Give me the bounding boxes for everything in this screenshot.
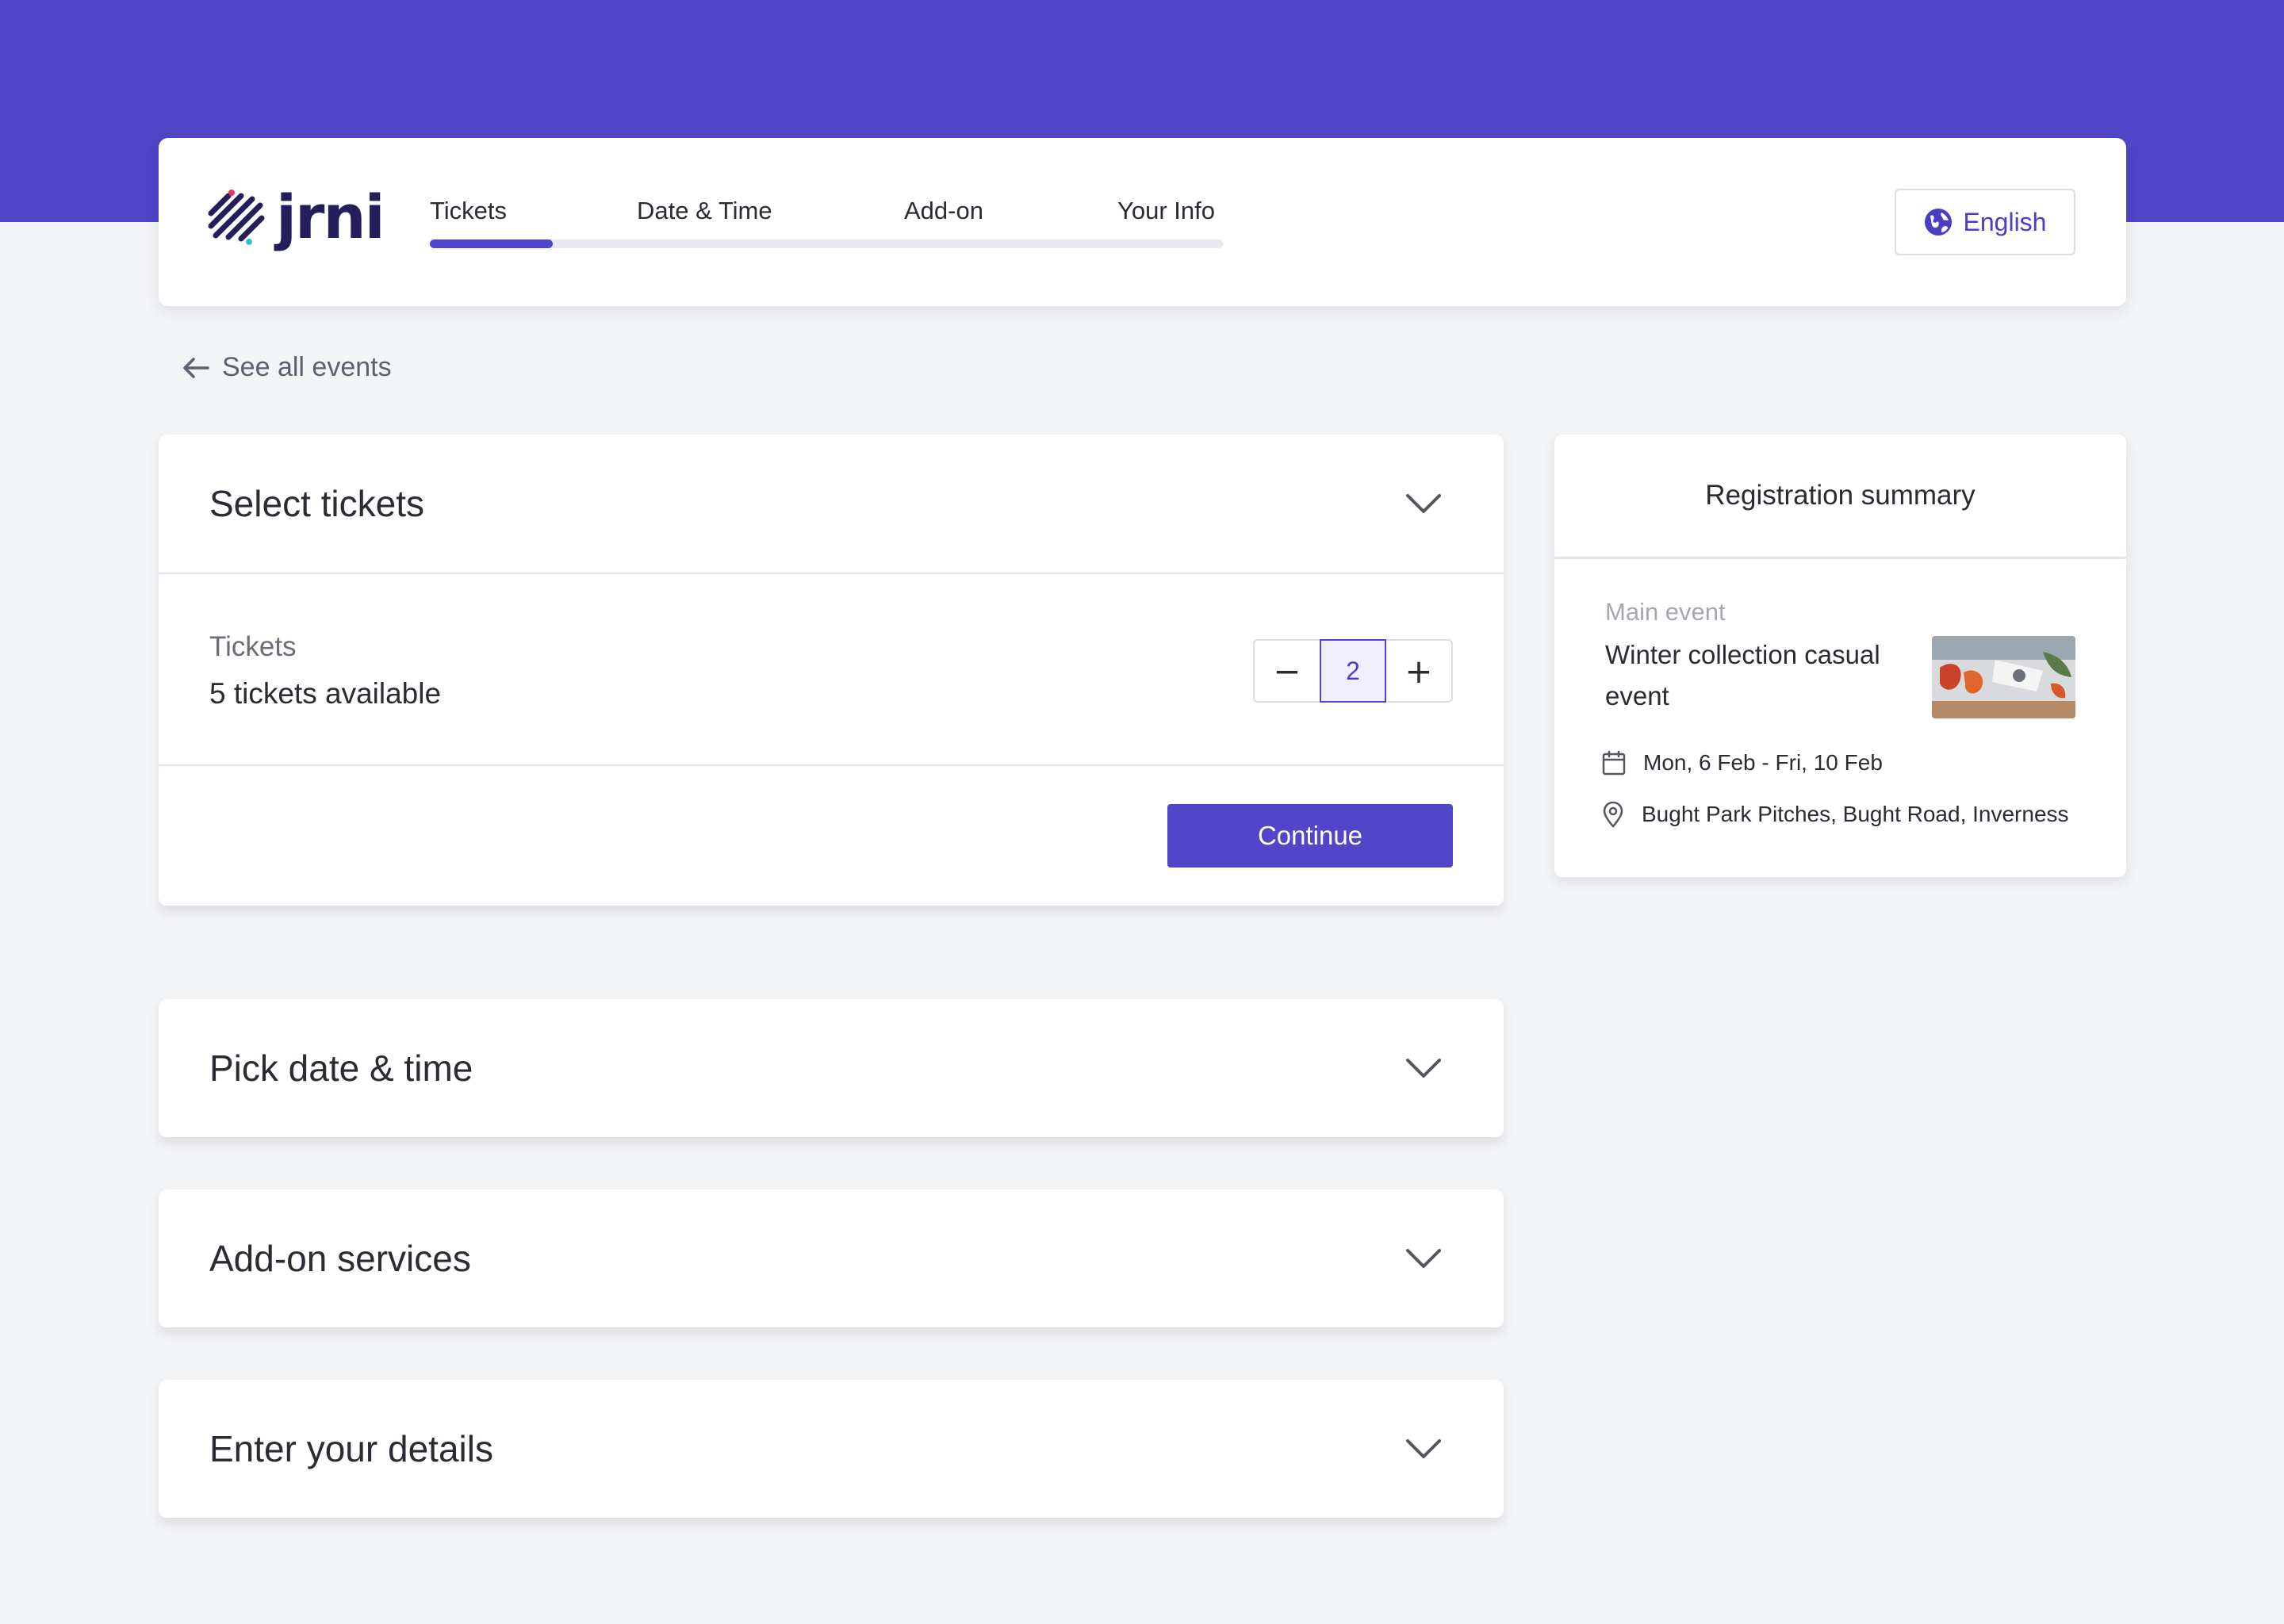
chevron-down-icon [1406, 1439, 1441, 1458]
increment-button[interactable]: + [1386, 641, 1451, 701]
enter-details-title: Enter your details [209, 1428, 493, 1469]
tickets-available: 5 tickets available [209, 677, 442, 710]
event-image [1932, 636, 2075, 718]
logo-mark-icon [208, 190, 265, 245]
step-tickets[interactable]: Tickets [430, 197, 507, 225]
quantity-stepper: − 2 + [1253, 639, 1453, 703]
language-label: English [1963, 207, 2047, 236]
pick-date-time-header[interactable]: Pick date & time [159, 999, 1504, 1137]
add-on-services-title: Add-on services [209, 1238, 471, 1279]
see-all-events-link[interactable]: See all events [181, 352, 392, 383]
globe-icon [1924, 209, 1952, 236]
chevron-down-icon [1406, 1249, 1441, 1268]
location-pin-icon [1603, 801, 1623, 828]
calendar-icon [1602, 750, 1626, 776]
chevron-down-icon [1406, 494, 1441, 513]
chevron-down-icon [1406, 1059, 1441, 1078]
progress-track [430, 239, 1223, 248]
pick-date-time-title: Pick date & time [209, 1048, 473, 1089]
logo-wordmark: jrni [276, 182, 385, 252]
event-location: Bught Park Pitches, Bught Road, Invernes… [1602, 801, 2069, 828]
continue-button[interactable]: Continue [1167, 804, 1453, 868]
language-button[interactable]: English [1895, 189, 2075, 255]
header-card: jrni Tickets Date & Time Add-on Your Inf… [159, 138, 2126, 306]
event-name: Winter collection casual event [1605, 640, 1880, 710]
progress-fill [430, 239, 553, 248]
step-date-time[interactable]: Date & Time [637, 197, 772, 225]
ticket-row: Tickets 5 tickets available − 2 + [159, 574, 1504, 764]
jrni-logo[interactable]: jrni [208, 182, 385, 252]
enter-details-header[interactable]: Enter your details [159, 1380, 1504, 1518]
progress-steps: Tickets Date & Time Add-on Your Info [430, 197, 1223, 252]
ticket-type-label: Tickets [209, 631, 297, 662]
divider [1554, 557, 2126, 559]
select-tickets-title: Select tickets [209, 483, 424, 524]
enter-details-card: Enter your details [159, 1380, 1504, 1518]
summary-title: Registration summary [1705, 480, 1976, 511]
card-footer: Continue [159, 766, 1504, 906]
see-all-events-label: See all events [222, 352, 392, 382]
pick-date-time-card: Pick date & time [159, 999, 1504, 1137]
add-on-services-card: Add-on services [159, 1189, 1504, 1327]
select-tickets-card: Select tickets Tickets 5 tickets availab… [159, 435, 1504, 906]
arrow-left-icon [183, 357, 209, 378]
step-your-info[interactable]: Your Info [1117, 197, 1215, 225]
event-thumbnail [1932, 636, 2075, 718]
event-dates-text: Mon, 6 Feb - Fri, 10 Feb [1643, 750, 1883, 775]
main-event-label: Main event [1605, 598, 1726, 626]
registration-summary: Registration summary Main event Winter c… [1554, 435, 2126, 877]
step-add-on[interactable]: Add-on [904, 197, 983, 225]
event-dates: Mon, 6 Feb - Fri, 10 Feb [1602, 750, 1883, 776]
add-on-services-header[interactable]: Add-on services [159, 1189, 1504, 1327]
event-location-text: Bught Park Pitches, Bught Road, Invernes… [1642, 802, 2069, 826]
select-tickets-header[interactable]: Select tickets [159, 435, 1504, 573]
quantity-value[interactable]: 2 [1320, 639, 1386, 703]
decrement-button[interactable]: − [1255, 641, 1320, 701]
